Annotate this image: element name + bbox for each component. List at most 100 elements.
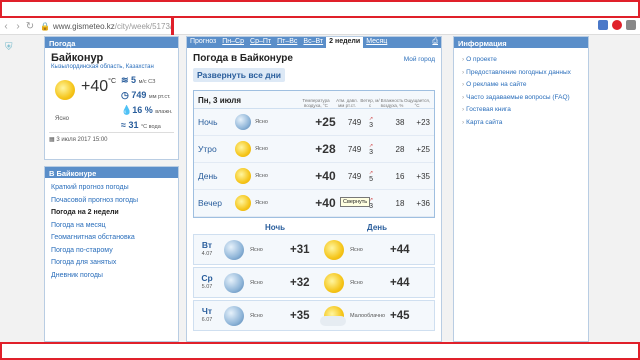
tab-2[interactable]: Ср–Пт — [247, 37, 274, 48]
city-menu-item[interactable]: Погода по-старому — [51, 245, 172, 258]
day-label: День — [367, 223, 388, 232]
time-of-day-row: День Ясно +40 749 ↗ 5 16 +35 — [194, 163, 434, 190]
night-condition: Ясно — [250, 312, 263, 319]
time-of-day: Утро — [198, 144, 217, 154]
time-of-day: Ночь — [198, 117, 218, 127]
humidity: 38 — [395, 117, 405, 127]
col-feels: Ощущается, °C — [404, 98, 431, 108]
moon-icon — [224, 272, 244, 293]
tab-3[interactable]: Пт–Вс — [274, 37, 300, 48]
window-top-bar — [0, 0, 640, 18]
day-temp: +44 — [390, 276, 410, 289]
city-menu-item[interactable]: Почасовой прогноз погоды — [51, 195, 172, 208]
moon-icon — [224, 305, 244, 326]
sun-icon — [235, 195, 252, 211]
current-temp: +40°C — [81, 78, 116, 95]
forecast-row[interactable]: Вт 4.07 Ясно +31 Ясно +44 — [193, 234, 435, 265]
forward-icon[interactable]: › — [12, 21, 24, 32]
forecast-columns: Ночь День — [193, 223, 435, 232]
pressure-value: ◷ 749 мм рт.ст. — [121, 90, 171, 100]
temperature: +40 — [315, 196, 336, 210]
forecast-day: Чт 6.07 — [201, 305, 213, 323]
info-menu-item[interactable]: › Гостевая книга — [462, 104, 580, 117]
extension-icon[interactable] — [598, 20, 608, 30]
time-of-day-row: Утро Ясно +28 749 ↗ 3 28 +25 — [194, 136, 434, 163]
humidity: 16 — [395, 171, 405, 181]
panel-header: Погода — [45, 37, 178, 48]
shield-icon[interactable]: ⛨ — [5, 42, 13, 53]
menu-icon[interactable] — [626, 20, 636, 30]
current-condition: Ясно — [55, 116, 69, 122]
wind-icon: ≋ — [121, 75, 132, 85]
tab-1[interactable]: Пн–Ср — [219, 37, 247, 48]
info-menu-item[interactable]: › Часто задаваемые вопросы (FAQ) — [462, 92, 580, 105]
panel-header: В Байконуре — [45, 167, 178, 178]
sun-icon — [235, 168, 252, 184]
night-label: Ночь — [265, 223, 286, 232]
city-menu-item[interactable]: Дневник погоды — [51, 270, 172, 283]
city-name: Байконур — [51, 52, 104, 64]
address-bar[interactable]: ‹ › ↻ 🔒 www.gismeteo.kz /city/week/5173/ — [0, 18, 640, 35]
url-text[interactable]: 🔒 www.gismeteo.kz /city/week/5173/ — [40, 22, 172, 31]
city-menu-item[interactable]: Краткий прогноз погоды — [51, 182, 172, 195]
city-menu-item[interactable]: Погода для занятых — [51, 257, 172, 270]
url-domain: www.gismeteo.kz — [52, 21, 115, 31]
back-icon[interactable]: ‹ — [0, 21, 12, 32]
wind: ↗ 5 — [368, 169, 374, 183]
heart-icon[interactable] — [612, 20, 622, 30]
pressure-icon: ◷ — [121, 90, 132, 100]
time-of-day: Вечер — [198, 198, 222, 208]
day-condition: Малооблачно — [350, 312, 386, 319]
tab-0[interactable]: Прогноз — [187, 37, 219, 48]
feels-like: +35 — [416, 171, 430, 181]
forecast-row[interactable]: Ср 5.07 Ясно +32 Ясно +44 — [193, 267, 435, 298]
humidity: 28 — [395, 144, 405, 154]
time-of-day-row: Ночь Ясно +25 749 ↗ 3 38 +23 — [194, 109, 434, 136]
water-value: ≈ 31 °C вода — [121, 120, 161, 130]
city-menu-item[interactable]: Геомагнитная обстановка — [51, 232, 172, 245]
sun-icon — [324, 239, 344, 260]
other-city-link[interactable]: Мой город — [404, 56, 435, 64]
lock-icon: 🔒 — [40, 21, 50, 31]
condition: Ясно — [255, 119, 268, 125]
humidity-value: 💧16 % влажн. — [121, 105, 173, 115]
city-menu-item[interactable]: Погода на 2 недели — [51, 207, 172, 220]
condition: Ясно — [255, 173, 268, 179]
info-menu-item[interactable]: › Предоставление погодных данных — [462, 67, 580, 80]
forecast-row[interactable]: Чт 6.07 Ясно +35 Малооблачно +45 — [193, 300, 435, 331]
day-temp: +45 — [390, 309, 410, 322]
info-menu-item[interactable]: › Карта сайта — [462, 117, 580, 130]
col-wind: Ветер, м/с — [360, 98, 380, 108]
col-pressure: Атм. давл. мм рт.ст. — [336, 98, 358, 108]
forecast-day: Вт 4.07 — [201, 239, 213, 257]
info-menu-item[interactable]: › О рекламе на сайте — [462, 79, 580, 92]
forecast-panel: Прогноз Пн–Ср Ср–Пт Пт–Вс Вс–Вт 2 недели Месяц… — [186, 36, 442, 342]
day-temp: +44 — [390, 243, 410, 256]
night-temp: +35 — [290, 309, 310, 322]
window-bottom-bar — [0, 342, 640, 360]
text-cursor — [171, 18, 174, 35]
reload-icon[interactable]: ↻ — [24, 21, 36, 32]
feels-like: +25 — [416, 144, 430, 154]
tab-5[interactable]: 2 недели — [326, 37, 364, 48]
moon-icon — [224, 239, 244, 260]
print-icon[interactable]: ⎙ — [429, 37, 441, 48]
moon-icon — [235, 114, 252, 130]
time-of-day-row: ВечерЯсно+40749↗318+36 — [194, 190, 434, 217]
info-menu-item[interactable]: › О проекте — [462, 54, 580, 67]
feels-like: +23 — [416, 117, 430, 127]
expand-all-button[interactable]: Развернуть все дни — [193, 68, 285, 82]
day-title: Пн, 3 июля — [198, 96, 241, 105]
tab-6[interactable]: Месяц — [363, 37, 390, 48]
temperature: +40 — [315, 169, 336, 183]
night-condition: Ясно — [250, 246, 263, 253]
tooltip: Свернуть — [340, 197, 371, 207]
feels-like: +36 — [416, 198, 430, 208]
page-title: Погода в Байконуре — [193, 53, 293, 64]
city-menu-item[interactable]: Погода на месяц — [51, 220, 172, 233]
night-temp: +32 — [290, 276, 310, 289]
tab-4[interactable]: Вс–Вт — [300, 37, 326, 48]
wind: ↗ 3 — [368, 115, 374, 129]
condition: Ясно — [255, 146, 268, 152]
current-weather-panel: Погода Байконур Кызылординская область, … — [44, 36, 179, 160]
